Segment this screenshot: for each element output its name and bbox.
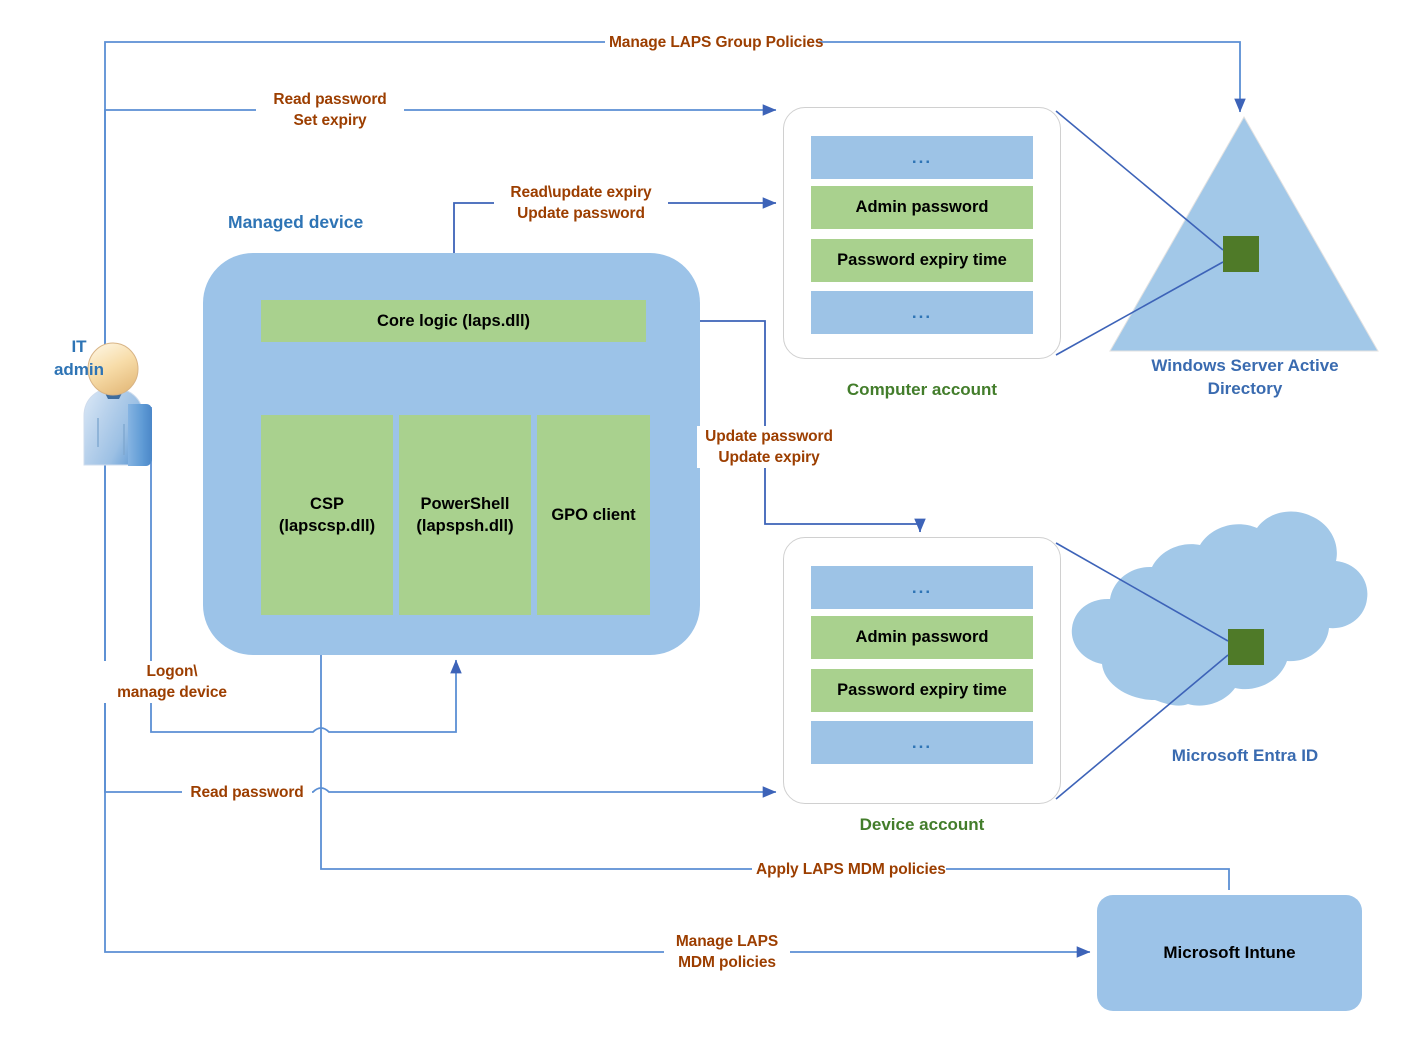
it-admin-label: IT admin <box>53 337 105 379</box>
ad-green-square <box>1223 236 1259 272</box>
core-logic-block[interactable]: Core logic (laps.dll) <box>261 300 646 342</box>
managed-device-title: Managed device <box>228 212 364 232</box>
flow-label-read-update-expiry-update-password: Read\update expiry Update password <box>494 182 668 224</box>
device-account-row-admin-password: Admin password <box>811 616 1033 659</box>
computer-account-row-password-expiry-time: Password expiry time <box>811 239 1033 282</box>
computer-account-caption: Computer account <box>846 380 998 399</box>
entra-id-cloud-shape <box>1071 511 1368 706</box>
microsoft-intune-box[interactable]: Microsoft Intune <box>1097 895 1362 1011</box>
flow-label-manage-laps-mdm-policies: Manage LAPS MDM policies <box>664 931 790 973</box>
module-csp[interactable]: CSP (lapscsp.dll) <box>261 415 393 615</box>
flow-label-read-password-set-expiry: Read password Set expiry <box>256 89 404 131</box>
module-powershell[interactable]: PowerShell (lapspsh.dll) <box>399 415 531 615</box>
computer-account-row-ellipsis-top: ... <box>811 136 1033 179</box>
computer-account-row-admin-password: Admin password <box>811 186 1033 229</box>
flow-label-logon-manage-device: Logon\ manage device <box>100 661 244 703</box>
flow-label-manage-laps-group-policies: Manage LAPS Group Policies <box>605 32 824 53</box>
active-directory-label: Windows Server Active Directory <box>1151 356 1339 398</box>
module-gpo-client[interactable]: GPO client <box>537 415 650 615</box>
entra-id-label: Microsoft Entra ID <box>1171 746 1319 765</box>
device-account-caption: Device account <box>859 815 985 834</box>
device-account-row-password-expiry-time: Password expiry time <box>811 669 1033 712</box>
device-account-row-ellipsis-top: ... <box>811 566 1033 609</box>
device-account-card[interactable]: ... Admin password Password expiry time … <box>783 537 1061 804</box>
flow-label-update-password-update-expiry: Update password Update expiry <box>697 426 841 468</box>
computer-account-row-ellipsis-bottom: ... <box>811 291 1033 334</box>
flow-label-read-password: Read password <box>182 782 312 803</box>
active-directory-shape <box>1109 115 1379 352</box>
computer-account-card[interactable]: ... Admin password Password expiry time … <box>783 107 1061 359</box>
device-account-row-ellipsis-bottom: ... <box>811 721 1033 764</box>
flow-label-apply-laps-mdm-policies: Apply LAPS MDM policies <box>752 859 946 880</box>
diagram-canvas: IT admin Managed device Core logic (laps… <box>0 0 1402 1040</box>
flow-apply-laps-mdm-policies <box>315 619 1230 890</box>
entra-green-square <box>1228 629 1264 665</box>
computer-account-to-ad-leaders <box>1055 110 1224 356</box>
